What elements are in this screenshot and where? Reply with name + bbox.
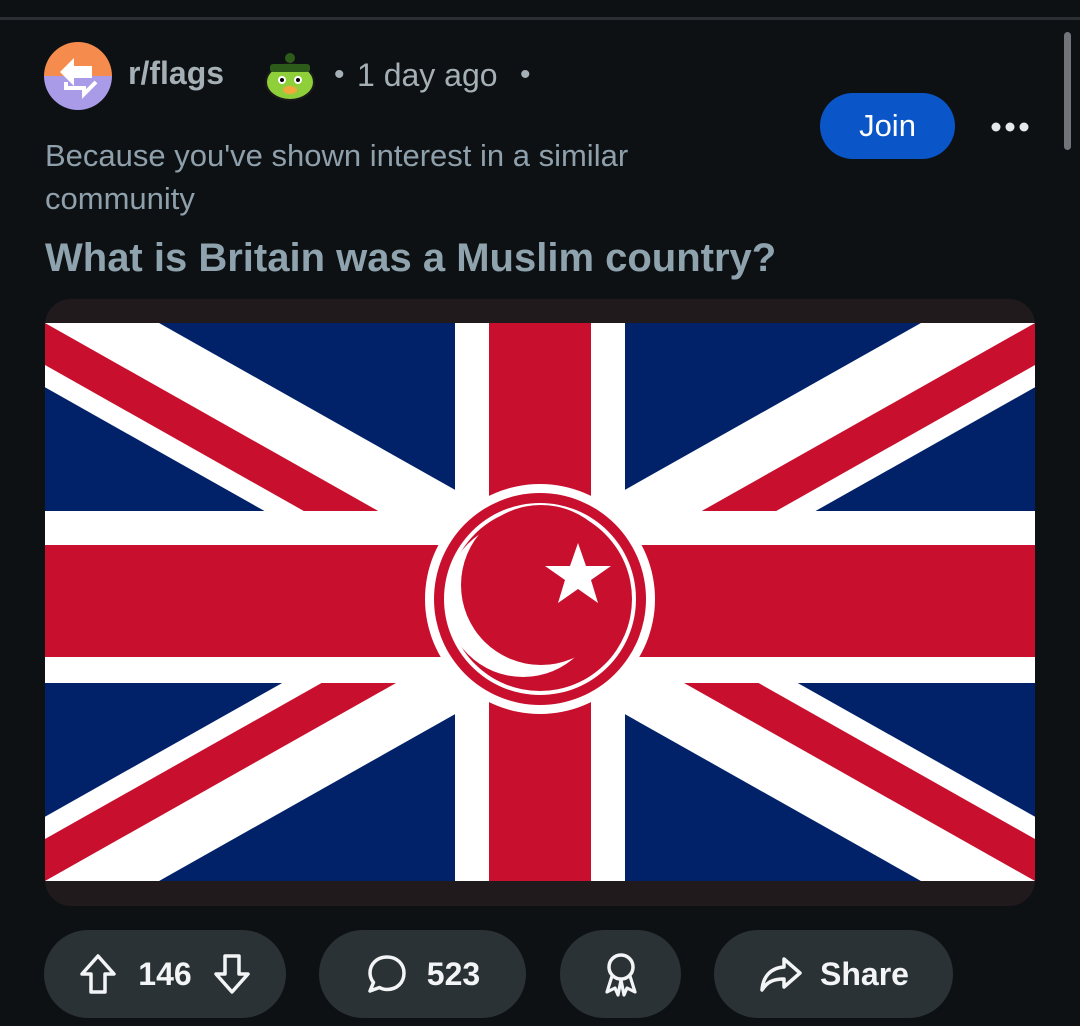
post-image[interactable]: [45, 299, 1035, 906]
top-divider: [0, 17, 1080, 20]
comment-count: 523: [426, 955, 481, 992]
recommendation-reason: Because you've shown interest in a simil…: [45, 138, 629, 216]
upvote-icon[interactable]: [78, 952, 118, 996]
meta-separator: •: [334, 58, 345, 91]
scrollbar[interactable]: [1064, 32, 1071, 150]
share-button[interactable]: Share: [714, 930, 953, 1018]
subreddit-avatar-icon[interactable]: [44, 42, 112, 110]
meta-separator: •: [520, 58, 531, 91]
post-time: 1 day ago: [357, 57, 498, 93]
share-label: Share: [820, 955, 909, 992]
avatar-mascot-icon: [262, 50, 318, 102]
award-button[interactable]: [560, 930, 681, 1018]
flag-image: [45, 323, 1035, 881]
vote-pill: 146: [44, 930, 286, 1018]
more-options-icon[interactable]: [988, 110, 1032, 144]
subreddit-name-link[interactable]: r/flags: [128, 55, 224, 92]
comments-button[interactable]: 523: [319, 930, 526, 1018]
vote-count: 146: [138, 955, 192, 992]
share-icon: [760, 957, 802, 992]
post-title[interactable]: What is Britain was a Muslim country?: [45, 236, 776, 281]
downvote-icon[interactable]: [212, 952, 252, 996]
comment-icon: [368, 955, 406, 993]
join-button[interactable]: Join: [820, 93, 955, 159]
award-icon: [604, 953, 637, 997]
